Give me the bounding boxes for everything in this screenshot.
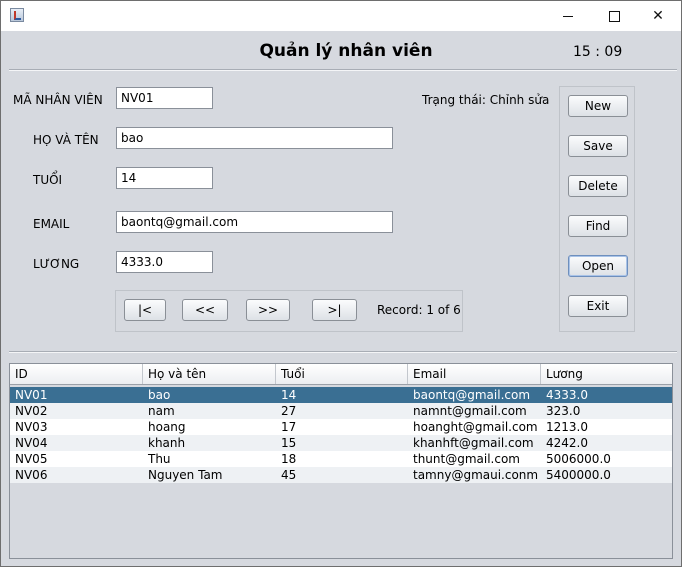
- close-button[interactable]: ✕: [635, 1, 681, 31]
- age-field[interactable]: 14: [116, 167, 213, 189]
- cell-email: namnt@gmail.com: [413, 404, 527, 418]
- cell-email: baontq@gmail.com: [413, 388, 531, 402]
- next-record-button[interactable]: >>: [246, 299, 290, 321]
- employee-id-field[interactable]: NV01: [116, 87, 213, 109]
- maximize-icon: [608, 10, 620, 22]
- cell-salary: 5400000.0: [546, 468, 611, 482]
- salary-label: LƯƠNG: [33, 257, 80, 271]
- cell-id: NV05: [15, 452, 48, 466]
- column-header-email[interactable]: Email: [408, 364, 541, 384]
- previous-record-button[interactable]: <<: [182, 299, 228, 321]
- full-name-label: HỌ VÀ TÊN: [33, 133, 99, 147]
- cell-age: 14: [281, 388, 297, 402]
- delete-button[interactable]: Delete: [568, 175, 628, 197]
- minimize-button[interactable]: [545, 1, 591, 31]
- save-button[interactable]: Save: [568, 135, 628, 157]
- column-header-salary[interactable]: Lương: [541, 364, 672, 384]
- java-app-icon: [10, 8, 24, 22]
- main-window: ✕ Quản lý nhân viên 15 : 09 MÃ NHÂN VIÊN…: [0, 0, 682, 567]
- exit-button[interactable]: Exit: [568, 295, 628, 317]
- close-icon: ✕: [652, 8, 664, 24]
- table-row[interactable]: NV03 hoang 17 hoanght@gmail.com 1213.0: [10, 419, 672, 435]
- cell-salary: 323.0: [546, 404, 581, 418]
- cell-email: hoanght@gmail.com: [413, 420, 538, 434]
- cell-age: 15: [281, 436, 297, 450]
- last-record-button[interactable]: >|: [312, 299, 357, 321]
- cell-name: nam: [148, 404, 175, 418]
- title-bar: ✕: [1, 1, 681, 31]
- cell-name: hoang: [148, 420, 186, 434]
- column-header-id[interactable]: ID: [10, 364, 143, 384]
- maximize-button[interactable]: [591, 1, 637, 31]
- column-header-age[interactable]: Tuổi: [276, 364, 408, 384]
- open-button[interactable]: Open: [568, 255, 628, 277]
- cell-name: bao: [148, 388, 171, 402]
- cell-salary: 1213.0: [546, 420, 588, 434]
- table-header: ID Họ và tên Tuổi Email Lương: [10, 364, 672, 385]
- cell-salary: 5006000.0: [546, 452, 611, 466]
- find-button[interactable]: Find: [568, 215, 628, 237]
- new-button[interactable]: New: [568, 95, 628, 117]
- cell-id: NV06: [15, 468, 48, 482]
- status-text: Trạng thái: Chỉnh sửa: [422, 93, 550, 107]
- record-counter: Record: 1 of 6: [377, 303, 461, 317]
- salary-field[interactable]: 4333.0: [116, 251, 213, 273]
- email-label: EMAIL: [33, 217, 70, 231]
- cell-id: NV03: [15, 420, 48, 434]
- table-row[interactable]: NV06 Nguyen Tam 45 tamny@gmaui.conm 5400…: [10, 467, 672, 483]
- cell-id: NV02: [15, 404, 48, 418]
- cell-email: khanhft@gmail.com: [413, 436, 534, 450]
- header-divider: [9, 69, 677, 71]
- employee-id-label: MÃ NHÂN VIÊN: [13, 93, 103, 107]
- cell-email: tamny@gmaui.conm: [413, 468, 539, 482]
- cell-salary: 4333.0: [546, 388, 588, 402]
- email-field[interactable]: baontq@gmail.com: [116, 211, 393, 233]
- column-header-name[interactable]: Họ và tên: [143, 364, 276, 384]
- clock: 15 : 09: [573, 44, 623, 60]
- cell-name: Nguyen Tam: [148, 468, 223, 482]
- table-row[interactable]: NV04 khanh 15 khanhft@gmail.com 4242.0: [10, 435, 672, 451]
- table-row[interactable]: NV01 bao 14 baontq@gmail.com 4333.0: [10, 387, 672, 403]
- cell-id: NV01: [15, 388, 48, 402]
- employee-table[interactable]: ID Họ và tên Tuổi Email Lương NV01 bao 1…: [9, 363, 673, 559]
- cell-id: NV04: [15, 436, 48, 450]
- age-label: TUỔI: [33, 173, 63, 187]
- full-name-field[interactable]: bao: [116, 127, 393, 149]
- cell-age: 17: [281, 420, 297, 434]
- cell-age: 18: [281, 452, 297, 466]
- cell-salary: 4242.0: [546, 436, 588, 450]
- table-divider: [9, 351, 677, 353]
- cell-age: 27: [281, 404, 297, 418]
- table-row[interactable]: NV05 Thu 18 thunt@gmail.com 5006000.0: [10, 451, 672, 467]
- cell-name: khanh: [148, 436, 186, 450]
- cell-email: thunt@gmail.com: [413, 452, 520, 466]
- table-row[interactable]: NV02 nam 27 namnt@gmail.com 323.0: [10, 403, 672, 419]
- cell-age: 45: [281, 468, 297, 482]
- cell-name: Thu: [148, 452, 171, 466]
- minimize-icon: [563, 15, 573, 17]
- first-record-button[interactable]: |<: [124, 299, 166, 321]
